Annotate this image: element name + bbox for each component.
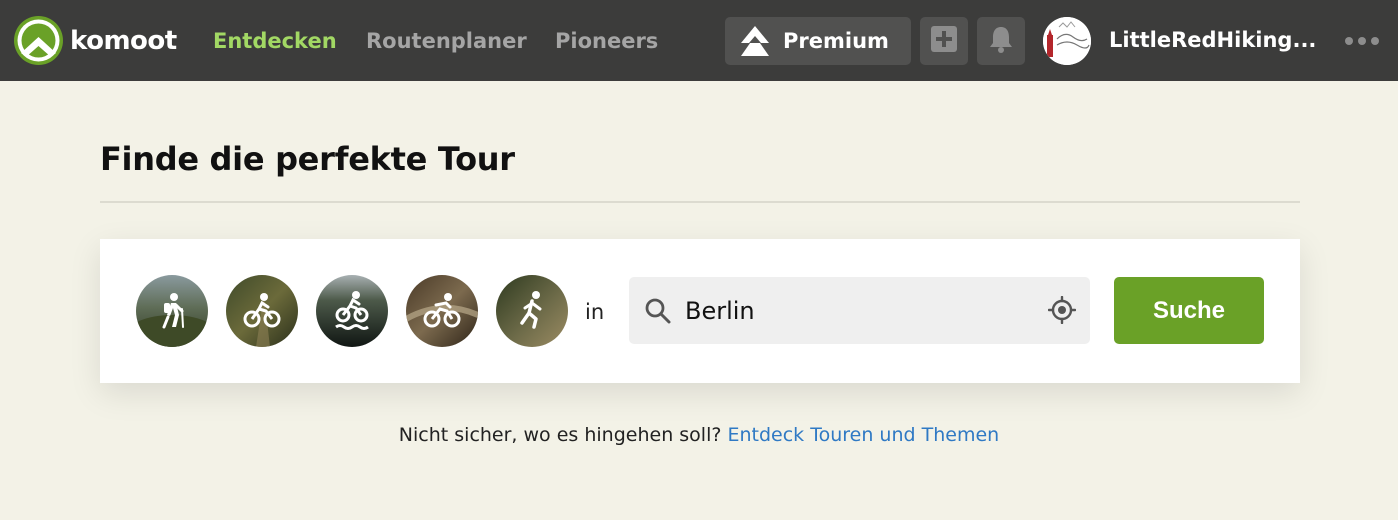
user-avatar[interactable]	[1043, 17, 1091, 65]
plus-icon	[931, 26, 957, 56]
more-dots-icon[interactable]	[1342, 31, 1382, 51]
brand-name: komoot	[70, 25, 177, 56]
tour-search-card: in Suche	[100, 239, 1300, 383]
hiking-icon	[162, 293, 184, 329]
premium-label: Premium	[783, 29, 889, 53]
running-icon	[520, 291, 542, 329]
add-button[interactable]	[920, 17, 968, 65]
komoot-logo-icon	[14, 16, 63, 65]
nav-entdecken[interactable]: Entdecken	[213, 29, 337, 53]
sport-gravel-bike[interactable]	[316, 275, 388, 347]
locate-me-icon[interactable]	[1047, 295, 1077, 328]
top-navigation-bar: komoot Entdecken Routenplaner Pioneers P…	[0, 0, 1398, 81]
nav-routenplaner[interactable]: Routenplaner	[366, 29, 527, 53]
sport-hiking[interactable]	[136, 275, 208, 347]
in-label: in	[585, 300, 605, 324]
komoot-logo[interactable]: komoot	[14, 16, 177, 65]
sport-mountain-bike[interactable]	[226, 275, 298, 347]
discover-hint: Nicht sicher, wo es hingehen soll? Entde…	[0, 424, 1398, 446]
location-search-field[interactable]	[629, 277, 1090, 344]
title-divider	[100, 201, 1300, 203]
notifications-button[interactable]	[977, 17, 1025, 65]
page-title: Finde die perfekte Tour	[100, 140, 515, 178]
bell-icon	[988, 25, 1014, 57]
nav-pioneers[interactable]: Pioneers	[555, 29, 658, 53]
premium-button[interactable]: Premium	[725, 17, 911, 65]
discover-tours-link[interactable]: Entdeck Touren und Themen	[727, 424, 999, 446]
sport-running[interactable]	[496, 275, 568, 347]
road-bike-icon	[423, 293, 461, 328]
mountain-bike-icon	[243, 293, 281, 328]
location-search-input[interactable]	[685, 291, 1025, 331]
search-icon	[644, 297, 672, 329]
gravel-bike-icon	[335, 291, 369, 330]
search-button[interactable]: Suche	[1114, 277, 1264, 344]
hint-text: Nicht sicher, wo es hingehen soll?	[398, 424, 722, 446]
sport-road-bike[interactable]	[406, 275, 478, 347]
username[interactable]: LittleRedHiking...	[1109, 28, 1316, 52]
premium-mountain-icon	[741, 26, 769, 56]
